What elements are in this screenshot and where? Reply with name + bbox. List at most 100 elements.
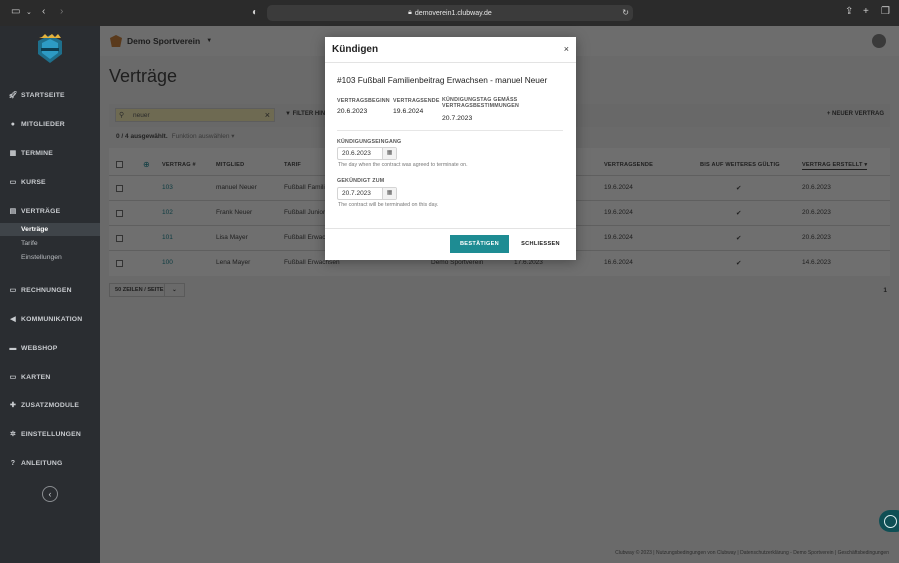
- column-header-member[interactable]: MITGLIED: [216, 162, 244, 168]
- sidebar-toggle-icon[interactable]: ▭: [11, 6, 20, 17]
- sidebar-item-label: RECHNUNGEN: [21, 286, 72, 294]
- calendar-icon[interactable]: ▦: [382, 188, 396, 199]
- footer-links[interactable]: Clubway © 2023 | Nutzungsbedingungen von…: [615, 550, 889, 556]
- sidebar-item-label: WEBSHOP: [21, 344, 58, 352]
- dialog-title: Kündigen: [332, 44, 379, 55]
- back-icon[interactable]: ‹: [42, 6, 45, 17]
- select-all-checkbox[interactable]: [116, 161, 123, 168]
- contract-number-link[interactable]: 102: [162, 209, 173, 216]
- clubway-logo[interactable]: [36, 34, 64, 64]
- sidebar-item-termine[interactable]: ▦ TERMINE: [0, 145, 100, 161]
- chat-support-button[interactable]: [879, 510, 899, 532]
- end-cell: 19.6.2024: [604, 184, 633, 191]
- new-tab-icon[interactable]: +: [863, 6, 869, 17]
- calendar-icon[interactable]: ▦: [382, 148, 396, 159]
- row-checkbox[interactable]: [116, 235, 123, 242]
- filter-icon: ▼: [285, 111, 293, 117]
- tariff-cell: Fußball Junior: [284, 209, 326, 216]
- sidebar-item-kurse[interactable]: ▭ KURSE: [0, 174, 100, 190]
- close-button[interactable]: SCHLIESSEN: [515, 235, 566, 253]
- sidebar-item-einstellungen[interactable]: ✲ EINSTELLUNGEN: [0, 426, 100, 442]
- sidebar-item-anleitung[interactable]: ? ANLEITUNG: [0, 455, 100, 471]
- collapse-sidebar-button[interactable]: ‹: [42, 486, 58, 502]
- column-header-number[interactable]: VERTRAG #: [162, 162, 196, 168]
- contract-number-link[interactable]: 101: [162, 234, 173, 241]
- gear-icon: ✲: [9, 431, 17, 438]
- video-icon: ▭: [9, 179, 17, 186]
- share-icon[interactable]: ⇪: [845, 6, 853, 17]
- column-header-created[interactable]: VERTRAG ERSTELLT ▾: [802, 162, 868, 170]
- rocket-icon: 🚀︎: [8, 92, 18, 99]
- lock-icon: 🔒︎: [408, 9, 412, 16]
- search-icon: ⚲: [119, 112, 125, 119]
- column-header-end[interactable]: VERTRAGSENDE: [604, 162, 653, 168]
- sidebar-item-label: KURSE: [21, 178, 46, 186]
- contract-number-link[interactable]: 100: [162, 259, 173, 266]
- row-checkbox[interactable]: [116, 185, 123, 192]
- sidebar-item-label: KOMMUNIKATION: [21, 315, 83, 323]
- sidebar-item-label: TERMINE: [21, 149, 53, 157]
- puzzle-icon: ✚: [9, 402, 17, 409]
- address-bar[interactable]: 🔒︎ demoverein1.clubway.de ↻: [267, 5, 633, 21]
- confirm-button[interactable]: BESTÄTIGEN: [450, 235, 509, 253]
- new-contract-button[interactable]: + NEUER VERTRAG: [827, 111, 884, 117]
- column-header-tariff[interactable]: TARIF: [284, 162, 301, 168]
- until-check-icon: ✔: [736, 260, 742, 267]
- sidebar-item-verträge[interactable]: ▤ VERTRÄGE: [0, 203, 100, 219]
- rows-per-page-label: 50 ZEILEN / SEITE: [115, 287, 164, 293]
- sidebar-item-zusatzmodule[interactable]: ✚ ZUSATZMODULE: [0, 397, 100, 413]
- chevron-down-icon[interactable]: ⌄: [26, 8, 32, 16]
- column-header-until[interactable]: BIS AUF WEITERES GÜLTIG: [700, 162, 780, 168]
- tabs-overview-icon[interactable]: ❐: [881, 6, 890, 17]
- user-avatar[interactable]: [872, 34, 886, 48]
- sidebar-item-webshop[interactable]: ▬ WEBSHOP: [0, 340, 100, 356]
- sidebar-item-mitglieder[interactable]: ● MITGLIEDER: [0, 116, 100, 132]
- clear-search-icon[interactable]: ×: [265, 110, 270, 120]
- until-check-icon: ✔: [736, 210, 742, 217]
- sidebar-item-label: KARTEN: [21, 373, 51, 381]
- receipt-date-input[interactable]: 20.6.2023 ▦: [337, 147, 397, 160]
- dialog-header: Kündigen ×: [325, 37, 576, 63]
- sidebar-subitem-vertraege[interactable]: Verträge: [0, 223, 100, 236]
- bulk-action-select[interactable]: Funktion auswählen ▾: [172, 133, 235, 140]
- created-cell: 14.6.2023: [802, 259, 831, 266]
- add-filter-button[interactable]: ▼ FILTER HINZ: [285, 111, 329, 117]
- shield-icon[interactable]: ◐: [252, 7, 258, 18]
- reload-icon[interactable]: ↻: [622, 8, 629, 17]
- forward-icon[interactable]: ›: [60, 6, 63, 17]
- end-cell: 16.6.2024: [604, 259, 633, 266]
- row-checkbox[interactable]: [116, 260, 123, 267]
- contract-number-link[interactable]: 103: [162, 184, 173, 191]
- invoice-icon: ▭: [9, 287, 17, 294]
- terminated-on-input[interactable]: 20.7.2023 ▦: [337, 187, 397, 200]
- sidebar-item-karten[interactable]: ▭ KARTEN: [0, 369, 100, 385]
- sidebar-subitem-tarife[interactable]: Tarife: [0, 237, 100, 250]
- close-icon[interactable]: ×: [564, 44, 569, 54]
- club-selector[interactable]: Demo Sportverein ▼: [110, 35, 212, 47]
- end-cell: 19.6.2024: [604, 234, 633, 241]
- member-cell: manuel Neuer: [216, 184, 257, 191]
- sidebar-item-startseite[interactable]: 🚀︎ STARTSEITE: [0, 87, 100, 103]
- sidebar-item-rechnungen[interactable]: ▭ RECHNUNGEN: [0, 282, 100, 298]
- sidebar-item-label: ANLEITUNG: [21, 459, 63, 467]
- receipt-date-hint: The day when the contract was agreed to …: [338, 162, 468, 168]
- row-checkbox[interactable]: [116, 210, 123, 217]
- contract-start-label: VERTRAGSBEGINN: [337, 98, 390, 104]
- sidebar-subitem-einstellungen[interactable]: Einstellungen: [0, 251, 100, 264]
- user-icon: ●: [10, 120, 16, 128]
- search-input[interactable]: ⚲ neuer ×: [115, 108, 275, 122]
- terminated-on-value: 20.7.2023: [342, 190, 371, 197]
- sidebar-item-label: EINSTELLUNGEN: [21, 430, 81, 438]
- selection-info: 0 / 4 ausgewählt. Funktion auswählen ▾: [116, 132, 235, 140]
- sidebar-item-kommunikation[interactable]: ◀ KOMMUNIKATION: [0, 311, 100, 327]
- contract-start-value: 20.6.2023: [337, 108, 368, 115]
- contract-end-value: 19.6.2024: [393, 108, 424, 115]
- tariff-cell: Fußball Familie: [284, 184, 329, 191]
- end-cell: 19.6.2024: [604, 209, 633, 216]
- page-number[interactable]: 1: [883, 287, 887, 294]
- add-column-icon[interactable]: ⊕: [143, 160, 150, 169]
- rows-per-page-select[interactable]: 50 ZEILEN / SEITE ⌄: [109, 283, 185, 297]
- sidebar-item-label: MITGLIEDER: [21, 120, 65, 128]
- calendar-icon: ▦: [9, 150, 17, 157]
- club-cell: Demo Sportverein: [431, 259, 484, 266]
